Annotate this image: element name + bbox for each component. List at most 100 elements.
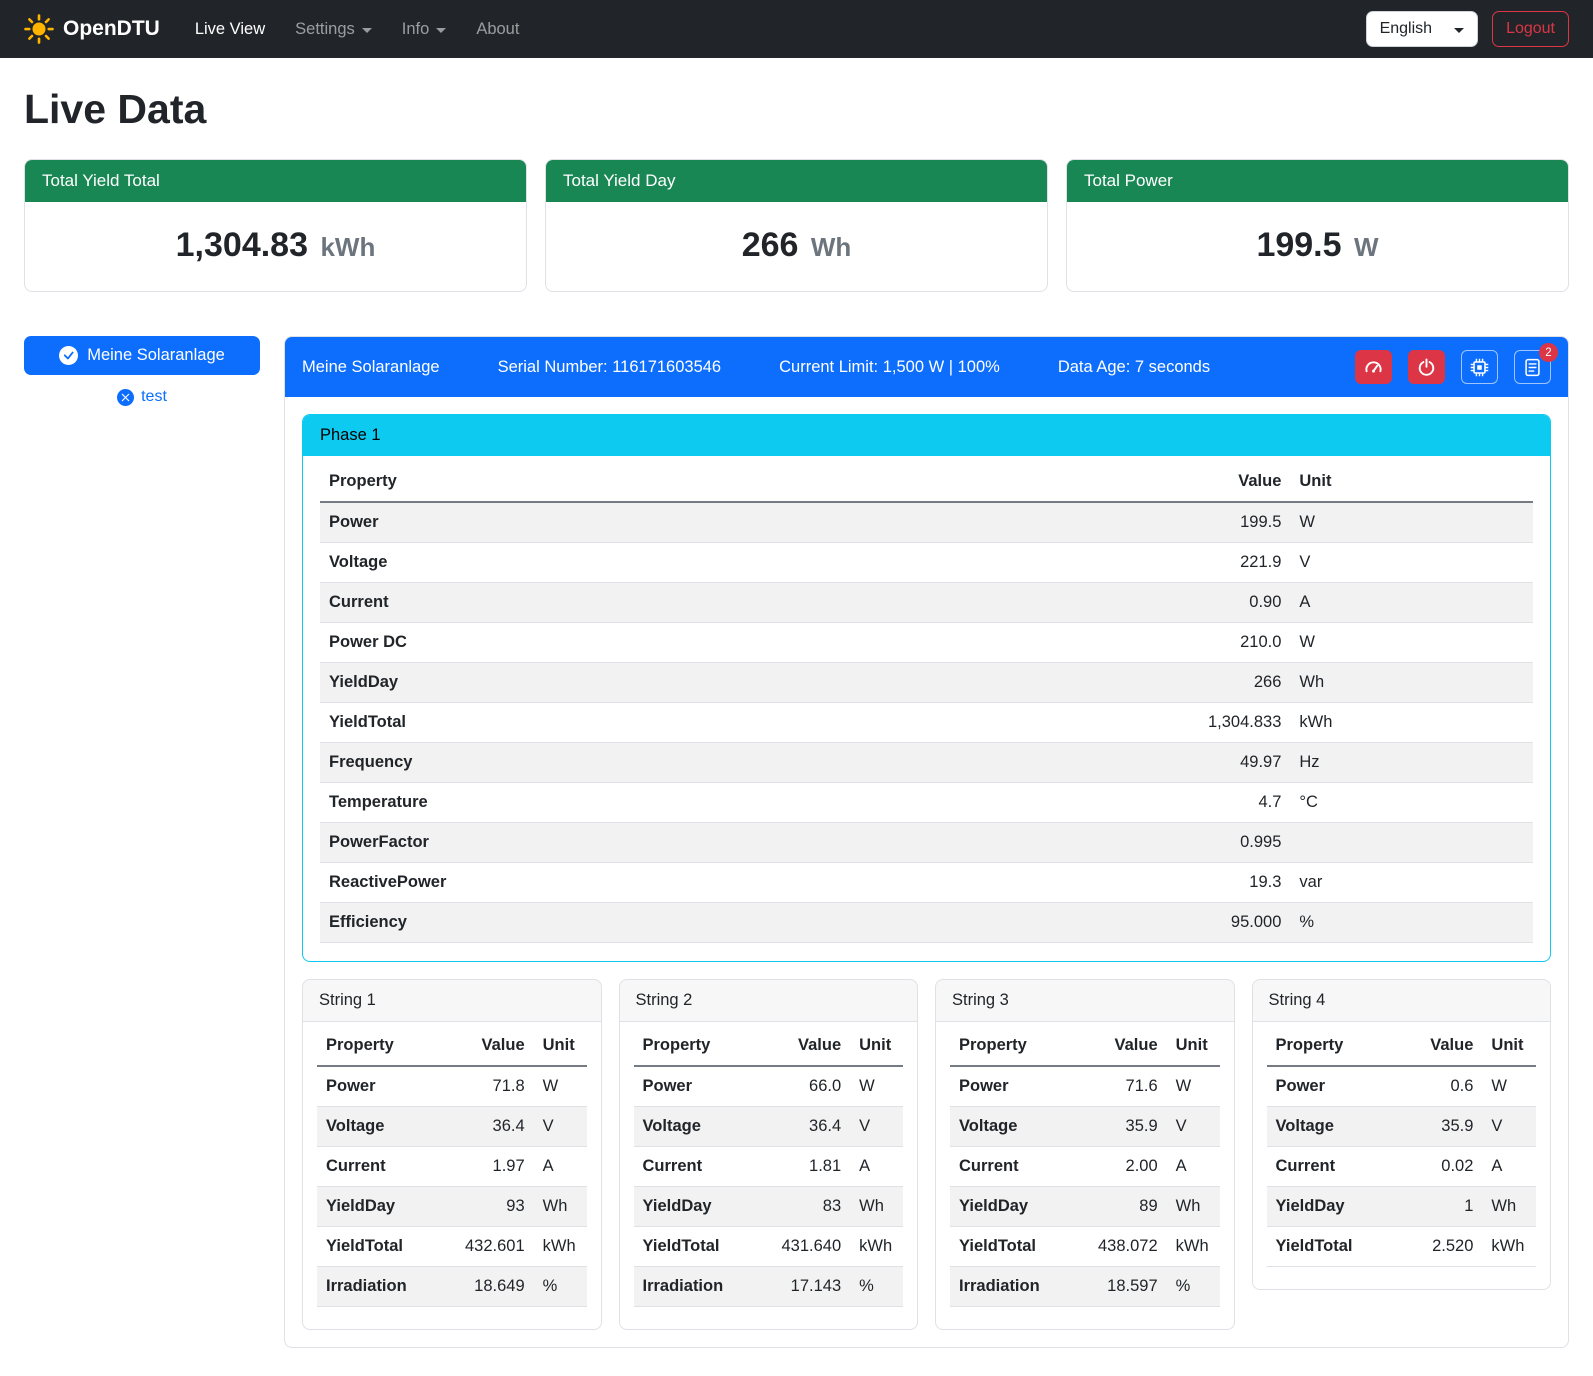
inverter-panel-body: Phase 1 Property Value Unit Power199.5WV… <box>285 397 1568 1347</box>
brand-logo[interactable]: OpenDTU <box>24 14 160 44</box>
column-header-unit: Unit <box>1482 1026 1536 1066</box>
table-row: YieldTotal1,304.833kWh <box>320 703 1533 743</box>
value-cell: 71.6 <box>1089 1066 1167 1107</box>
property-cell: Power <box>950 1066 1089 1107</box>
value-cell: 36.4 <box>456 1107 534 1147</box>
unit-cell: Wh <box>850 1187 903 1227</box>
value-cell: 2.520 <box>1421 1227 1482 1267</box>
value-cell: 1 <box>1421 1187 1482 1227</box>
unit-cell: A <box>1167 1147 1220 1187</box>
property-cell: Current <box>320 583 1048 623</box>
current-limit: Current Limit: 1,500 W | 100% <box>779 358 1000 377</box>
property-cell: YieldTotal <box>634 1227 773 1267</box>
unit-cell: A <box>1482 1147 1536 1187</box>
event-log-button[interactable]: 2 <box>1514 350 1551 384</box>
string-1-table: Property Value Unit Power71.8WVoltage36.… <box>317 1026 587 1307</box>
column-header-property: Property <box>950 1026 1089 1066</box>
column-header-property: Property <box>634 1026 773 1066</box>
device-info-button[interactable] <box>1461 350 1498 384</box>
value-cell: 1.97 <box>456 1147 534 1187</box>
strings-grid: String 1 Property Value Unit <box>302 979 1551 1330</box>
check-circle-icon <box>59 346 78 365</box>
table-row: YieldDay93Wh <box>317 1187 587 1227</box>
value-cell: 432.601 <box>456 1227 534 1267</box>
language-select[interactable]: English <box>1366 11 1478 47</box>
unit-cell: % <box>1290 903 1533 943</box>
table-row: YieldDay266Wh <box>320 663 1533 703</box>
inverter-action-buttons: 2 <box>1355 350 1551 384</box>
inverter-select-button-test[interactable]: test <box>24 388 260 406</box>
unit-cell: V <box>1290 543 1533 583</box>
property-cell: YieldTotal <box>1267 1227 1422 1267</box>
navbar-right: English Logout <box>1366 11 1569 47</box>
inverter-select-button-active[interactable]: Meine Solaranlage <box>24 336 260 375</box>
table-row: YieldDay1Wh <box>1267 1187 1537 1227</box>
total-yield-day-value: 266 <box>742 226 799 264</box>
nav-live-view[interactable]: Live View <box>180 12 280 47</box>
serial-number: Serial Number: 116171603546 <box>498 358 722 377</box>
unit-cell: V <box>534 1107 587 1147</box>
property-cell: Frequency <box>320 743 1048 783</box>
phase-1-header: Phase 1 <box>303 415 1550 456</box>
table-row: YieldDay83Wh <box>634 1187 904 1227</box>
string-2-body: Property Value Unit Power66.0WVoltage36.… <box>620 1022 918 1329</box>
nav-about[interactable]: About <box>461 12 534 47</box>
value-cell: 35.9 <box>1089 1107 1167 1147</box>
card-body: 1,304.83 kWh <box>25 202 526 291</box>
value-cell: 438.072 <box>1089 1227 1167 1267</box>
table-row: Power66.0W <box>634 1066 904 1107</box>
table-header-row: Property Value Unit <box>950 1026 1220 1066</box>
property-cell: Voltage <box>634 1107 773 1147</box>
limit-settings-button[interactable] <box>1355 350 1392 384</box>
table-row: Frequency49.97Hz <box>320 743 1533 783</box>
table-row: Irradiation17.143% <box>634 1267 904 1307</box>
language-value: English <box>1380 20 1432 38</box>
table-row: YieldTotal432.601kWh <box>317 1227 587 1267</box>
unit-cell: W <box>850 1066 903 1107</box>
unit-cell: A <box>1290 583 1533 623</box>
table-row: Power0.6W <box>1267 1066 1537 1107</box>
unit-cell <box>1290 823 1533 863</box>
total-yield-total-card: Total Yield Total 1,304.83 kWh <box>24 159 527 292</box>
value-cell: 4.7 <box>1048 783 1291 823</box>
value-cell: 199.5 <box>1048 502 1291 543</box>
string-2-card: String 2 Property Value Unit <box>619 979 919 1330</box>
total-yield-total-value: 1,304.83 <box>176 226 308 264</box>
column-header-value: Value <box>772 1026 850 1066</box>
unit-cell: W <box>1167 1066 1220 1107</box>
property-cell: Power <box>634 1066 773 1107</box>
column-header-unit: Unit <box>850 1026 903 1066</box>
logout-button[interactable]: Logout <box>1492 11 1569 47</box>
inverter-name: Meine Solaranlage <box>302 358 440 377</box>
value-cell: 83 <box>772 1187 850 1227</box>
unit-cell: A <box>534 1147 587 1187</box>
unit-cell: % <box>534 1267 587 1307</box>
value-cell: 18.597 <box>1089 1267 1167 1307</box>
event-count-badge: 2 <box>1539 343 1558 362</box>
total-power-unit: W <box>1354 232 1379 262</box>
unit-cell: kWh <box>1482 1227 1536 1267</box>
table-row: Voltage221.9V <box>320 543 1533 583</box>
value-cell: 431.640 <box>772 1227 850 1267</box>
nav-info[interactable]: Info <box>387 12 462 47</box>
unit-cell: Wh <box>1482 1187 1536 1227</box>
property-cell: YieldTotal <box>950 1227 1089 1267</box>
table-row: Irradiation18.649% <box>317 1267 587 1307</box>
inverter-panel: Meine Solaranlage Serial Number: 1161716… <box>284 336 1569 1348</box>
value-cell: 221.9 <box>1048 543 1291 583</box>
power-toggle-button[interactable] <box>1408 350 1445 384</box>
property-cell: Temperature <box>320 783 1048 823</box>
nav-settings[interactable]: Settings <box>280 12 387 47</box>
property-cell: YieldTotal <box>320 703 1048 743</box>
value-cell: 17.143 <box>772 1267 850 1307</box>
unit-cell: Wh <box>534 1187 587 1227</box>
unit-cell: W <box>534 1066 587 1107</box>
table-row: Temperature4.7°C <box>320 783 1533 823</box>
unit-cell: % <box>1167 1267 1220 1307</box>
card-header: Total Yield Day <box>546 160 1047 202</box>
property-cell: Power <box>320 502 1048 543</box>
table-row: Current0.90A <box>320 583 1533 623</box>
sun-icon <box>24 14 54 44</box>
property-cell: Irradiation <box>317 1267 456 1307</box>
property-cell: Voltage <box>317 1107 456 1147</box>
